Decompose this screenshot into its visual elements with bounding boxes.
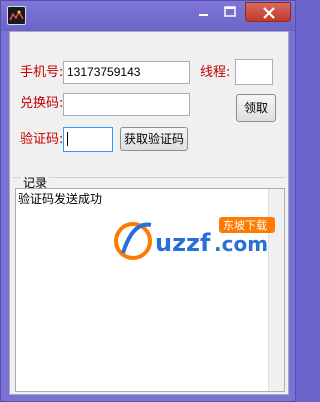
log-text: 验证码发送成功 [18,192,103,206]
verify-input[interactable] [63,127,113,152]
watermark-logo: uzzf .com 东坡下载 [111,213,287,263]
thread-input[interactable] [235,59,273,85]
maximize-icon [217,2,243,22]
get-code-button[interactable]: 获取验证码 [120,127,188,151]
claim-button[interactable]: 领取 [236,94,276,122]
title-bar[interactable] [1,1,295,31]
redeem-label: 兑换码: [20,96,64,111]
watermark-logo-graphic: uzzf .com 东坡下载 [114,217,275,260]
redeem-input[interactable] [63,93,190,116]
app-icon [7,6,26,25]
log-group-border [13,177,285,178]
phone-label: 手机号: [20,65,64,80]
maximize-button[interactable] [217,2,243,22]
close-button[interactable] [245,2,291,22]
svg-text:东坡下载: 东坡下载 [223,219,267,232]
thread-label: 线程: [200,65,231,80]
close-icon [246,3,290,21]
svg-text:uzzf: uzzf [155,229,211,257]
text-cursor [67,131,68,146]
minimize-button[interactable] [190,2,217,22]
svg-text:.com: .com [214,232,268,256]
phone-input[interactable]: 13173759143 [63,61,190,84]
minimize-icon [190,2,217,22]
app-window: 手机号: 13173759143 线程: 兑换码: 领取 验证码: 获取验证码 … [0,0,296,402]
verify-label: 验证码: [20,132,64,147]
